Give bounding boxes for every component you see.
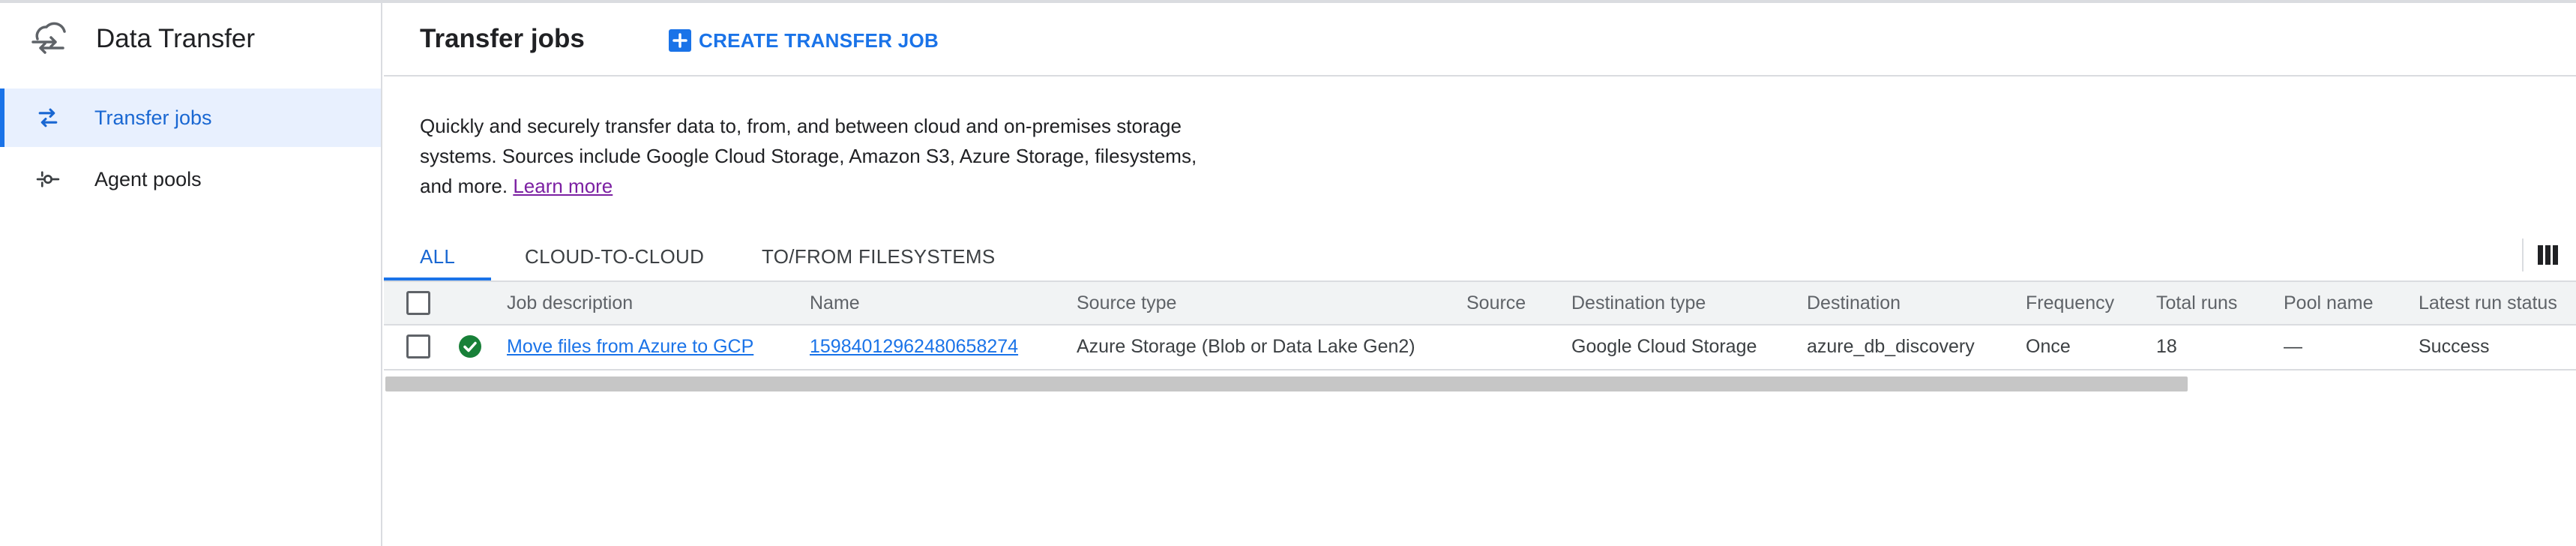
row-checkbox-cell — [406, 326, 430, 368]
source-type-cell: Azure Storage (Blob or Data Lake Gen2) — [1077, 335, 1415, 357]
swap-arrows-icon — [31, 101, 64, 134]
column-header-source[interactable]: Source — [1466, 282, 1526, 324]
select-all-checkbox[interactable] — [406, 291, 430, 315]
job-description-link[interactable]: Move files from Azure to GCP — [507, 336, 753, 358]
column-header-total-runs[interactable]: Total runs — [2156, 282, 2237, 324]
cloud-transfer-icon — [27, 16, 69, 62]
column-header-source-type[interactable]: Source type — [1077, 282, 1176, 324]
tab-label: TO/FROM FILESYSTEMS — [762, 244, 996, 268]
tab-to-from-filesystems[interactable]: TO/FROM FILESYSTEMS — [726, 232, 1031, 280]
sidebar: Data Transfer Transfer jobs Agent pools — [0, 3, 382, 546]
agent-node-icon — [31, 163, 64, 196]
learn-more-link[interactable]: Learn more — [513, 175, 613, 197]
destination-type-cell: Google Cloud Storage — [1571, 335, 1757, 357]
job-name-link[interactable]: 15984012962480658274 — [810, 336, 1018, 358]
sidebar-item-label: Transfer jobs — [94, 106, 212, 129]
sidebar-item-transfer-jobs[interactable]: Transfer jobs — [0, 88, 381, 147]
success-check-icon — [459, 335, 481, 358]
page-description: Quickly and securely transfer data to, f… — [420, 111, 1215, 201]
sidebar-header: Data Transfer — [0, 3, 381, 75]
frequency-cell: Once — [2026, 335, 2071, 357]
column-display-options-icon[interactable] — [2536, 243, 2560, 267]
column-header-name[interactable]: Name — [810, 282, 860, 324]
sidebar-item-agent-pools[interactable]: Agent pools — [0, 150, 381, 208]
page-title: Transfer jobs — [420, 24, 585, 53]
select-all-checkbox-cell — [406, 282, 430, 324]
table-header-row: Job description Name Source type Source … — [384, 280, 2576, 326]
tab-label: ALL — [420, 244, 456, 268]
tab-bar: ALL CLOUD-TO-CLOUD TO/FROM FILESYSTEMS — [384, 232, 2576, 280]
tab-all[interactable]: ALL — [384, 232, 492, 280]
app-title: Data Transfer — [96, 24, 256, 53]
column-header-job-description[interactable]: Job description — [507, 282, 633, 324]
add-icon — [669, 29, 691, 52]
tab-cloud-to-cloud[interactable]: CLOUD-TO-CLOUD — [489, 232, 740, 280]
total-runs-cell: 18 — [2156, 335, 2177, 357]
column-header-frequency[interactable]: Frequency — [2026, 282, 2114, 324]
create-transfer-job-button[interactable]: CREATE TRANSFER JOB — [669, 26, 939, 56]
pool-name-cell: — — [2284, 335, 2302, 357]
column-header-destination-type[interactable]: Destination type — [1571, 282, 1706, 324]
sidebar-item-label: Agent pools — [94, 167, 202, 190]
horizontal-scrollbar[interactable] — [385, 376, 2188, 392]
latest-run-status-cell: Success — [2419, 335, 2490, 357]
transfer-jobs-table: Job description Name Source type Source … — [384, 280, 2576, 370]
page-header: Transfer jobs CREATE TRANSFER JOB — [384, 3, 2576, 76]
table-row: Move files from Azure to GCP 15984012962… — [384, 326, 2576, 370]
tab-label: CLOUD-TO-CLOUD — [525, 244, 705, 268]
status-cell — [459, 326, 481, 368]
destination-cell: azure_db_discovery — [1807, 335, 1975, 357]
column-header-latest-run-status[interactable]: Latest run status — [2419, 282, 2557, 324]
create-transfer-job-label: CREATE TRANSFER JOB — [699, 28, 939, 52]
row-checkbox[interactable] — [406, 334, 430, 358]
column-header-pool-name[interactable]: Pool name — [2284, 282, 2374, 324]
divider — [2522, 238, 2524, 272]
column-header-destination[interactable]: Destination — [1807, 282, 1901, 324]
